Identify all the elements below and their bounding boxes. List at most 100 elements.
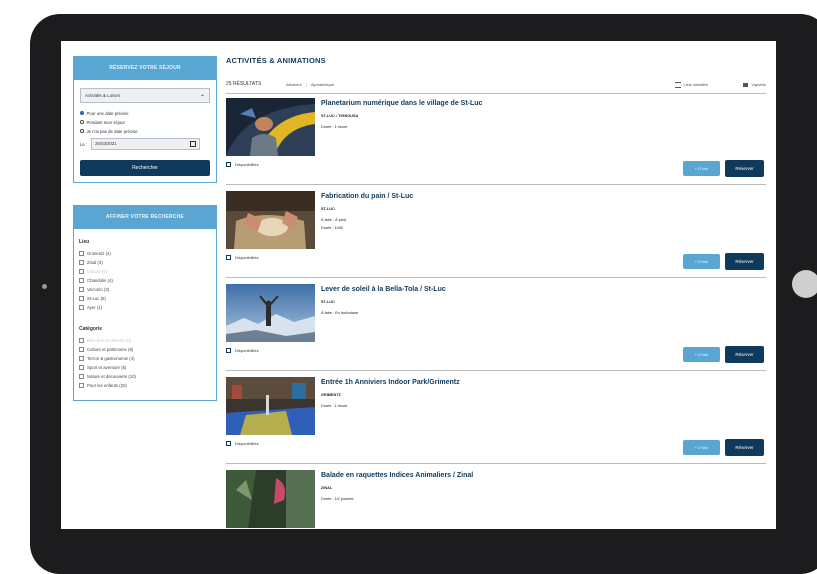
activity-thumbnail-snowshoe[interactable] (226, 470, 315, 528)
book-button[interactable]: Réserver (725, 160, 764, 177)
checkbox-icon (79, 305, 84, 310)
activity-item: Planetarium numérique dans le village de… (226, 92, 766, 185)
filter-location-grimentz[interactable]: Grimentz (4) (79, 249, 211, 258)
activity-item: Entrée 1h Anniviers Indoor Park/Grimentz… (226, 371, 766, 464)
activity-location: GRIMENTZ (321, 393, 341, 397)
checkbox-icon (79, 383, 84, 388)
availability-link[interactable]: Disponibilités (226, 162, 259, 167)
checkbox-icon (79, 251, 84, 256)
view-list-link[interactable]: Liste détaillée (674, 82, 708, 88)
activity-item: Lever de soleil à la Bella-Tola / St-Luc… (226, 278, 766, 371)
more-info-button[interactable]: + D'info (683, 347, 720, 362)
activity-title[interactable]: Fabrication du pain / St-Luc (321, 193, 413, 200)
radio-specific-date[interactable]: Pour une date précise (80, 110, 210, 116)
availability-label: Disponibilités (235, 348, 259, 353)
checkbox-icon (79, 296, 84, 301)
activity-thumbnail-planetarium[interactable] (226, 98, 315, 156)
filter-category-kids[interactable]: Pour les enfants (20) (79, 381, 211, 390)
checkbox-icon (79, 260, 84, 265)
main-content: ACTIVITÉS & ANIMATIONS 25 RÉSULTATS Aléa… (226, 56, 766, 528)
refine-box-header: AFFINER VOTRE RECHERCHE (74, 206, 216, 229)
booking-box-header: RÉSERVEZ VOTRE SÉJOUR (74, 57, 216, 80)
sort-random-link[interactable]: Aléatoire (286, 82, 302, 87)
book-button[interactable]: Réserver (725, 439, 764, 456)
radio-icon (80, 129, 84, 133)
availability-link[interactable]: Disponibilités (226, 255, 259, 260)
activity-title[interactable]: Lever de soleil à la Bella-Tola / St-Luc (321, 286, 446, 293)
sort-options: Aléatoire | Alphabétique (286, 82, 335, 87)
tablet-camera (42, 284, 47, 289)
refine-box: AFFINER VOTRE RECHERCHE Lieu Grimentz (4… (73, 205, 217, 401)
availability-link[interactable]: Disponibilités (226, 348, 259, 353)
activity-title[interactable]: Balade en raquettes Indices Animaliers /… (321, 472, 473, 479)
date-row: Le : 26/03/2021 (80, 138, 210, 150)
chevron-down-icon: ⌄ (199, 92, 205, 98)
date-label: Le : (80, 141, 88, 147)
filter-group-title-location: Lieu (79, 239, 90, 245)
activity-access: À faire : À pied (321, 218, 346, 222)
filter-label: Nature et découverte (10) (87, 374, 136, 379)
filter-location-zinal[interactable]: Zinal (3) (79, 258, 211, 267)
filter-group-title-category: Catégorie (79, 326, 103, 332)
activity-location: ST-LUC (321, 207, 335, 211)
filter-category-nature[interactable]: Nature et découverte (10) (79, 372, 211, 381)
filter-label: Vissoie (0) (87, 269, 108, 274)
activity-type-select[interactable]: Activités & Loisirs ⌄ (80, 88, 210, 103)
search-button[interactable]: Rechercher (80, 160, 210, 176)
tablet-home-button[interactable] (792, 270, 817, 298)
filter-label: Chandolin (4) (87, 278, 113, 283)
activity-title[interactable]: Entrée 1h Anniviers Indoor Park/Grimentz (321, 379, 460, 386)
activity-duration: Durée : 1h30 (321, 226, 343, 230)
grid-icon (743, 82, 749, 87)
activity-type-select-value: Activités & Loisirs (85, 93, 121, 98)
book-button[interactable]: Réserver (725, 346, 764, 363)
calendar-icon (226, 348, 231, 353)
checkbox-icon (79, 269, 84, 274)
checkbox-icon (79, 287, 84, 292)
availability-label: Disponibilités (235, 441, 259, 446)
filter-label: Pour les enfants (20) (87, 383, 127, 388)
filter-label: Zinal (3) (87, 260, 103, 265)
activity-thumbnail-indoor-park[interactable] (226, 377, 315, 435)
checkbox-icon (79, 356, 84, 361)
book-button[interactable]: Réserver (725, 253, 764, 270)
filter-label: Terroir & gastronomie (4) (87, 356, 135, 361)
radio-during-stay[interactable]: Pendant mon séjour (80, 119, 210, 125)
date-input[interactable]: 26/03/2021 (91, 138, 201, 150)
sort-alpha-link[interactable]: Alphabétique (311, 82, 334, 87)
filter-location-vissoie[interactable]: Vissoie (0) (79, 267, 211, 276)
filter-location-vercorin[interactable]: Vercorin (3) (79, 285, 211, 294)
calendar-icon[interactable] (190, 141, 197, 147)
radio-no-date[interactable]: Je n'ai pas de date précise (80, 128, 210, 134)
availability-label: Disponibilités (235, 162, 259, 167)
filter-category-wellness[interactable]: Bien-être et détente (0) (79, 336, 211, 345)
more-info-button[interactable]: + D'info (683, 254, 720, 269)
filter-label: Sport et aventure (5) (87, 365, 127, 370)
activity-thumbnail-bread[interactable] (226, 191, 315, 249)
filter-label: Bien-être et détente (0) (87, 338, 132, 343)
availability-link[interactable]: Disponibilités (226, 441, 259, 446)
view-list-label: Liste détaillée (683, 82, 708, 88)
filter-category-terroir[interactable]: Terroir & gastronomie (4) (79, 354, 211, 363)
filter-label: Grimentz (4) (87, 251, 111, 256)
activity-thumbnail-sunrise[interactable] (226, 284, 315, 342)
availability-label: Disponibilités (235, 255, 259, 260)
activity-title[interactable]: Planetarium numérique dans le village de… (321, 100, 482, 107)
checkbox-icon (79, 347, 84, 352)
filter-category-culture[interactable]: Culture et patrimoine (8) (79, 345, 211, 354)
activity-item: Fabrication du pain / St-Luc ST-LUC À fa… (226, 185, 766, 278)
activity-duration: Durée : 1/2 journée (321, 497, 354, 501)
activity-duration: Durée : 1 heure (321, 404, 348, 408)
filter-label: Vercorin (3) (87, 287, 110, 292)
view-grid-label: Vignette (751, 82, 766, 87)
calendar-icon (226, 255, 231, 260)
filter-location-chandolin[interactable]: Chandolin (4) (79, 276, 211, 285)
checkbox-icon (79, 338, 84, 343)
filter-category-sport[interactable]: Sport et aventure (5) (79, 363, 211, 372)
filter-location-st-luc[interactable]: St-Luc (5) (79, 294, 211, 303)
view-grid-link[interactable]: Vignette (743, 82, 766, 87)
filter-location-ayer[interactable]: Ayer (1) (79, 303, 211, 312)
more-info-button[interactable]: + D'info (683, 161, 720, 176)
activity-item: Balade en raquettes Indices Animaliers /… (226, 464, 766, 529)
more-info-button[interactable]: + D'info (683, 440, 720, 455)
